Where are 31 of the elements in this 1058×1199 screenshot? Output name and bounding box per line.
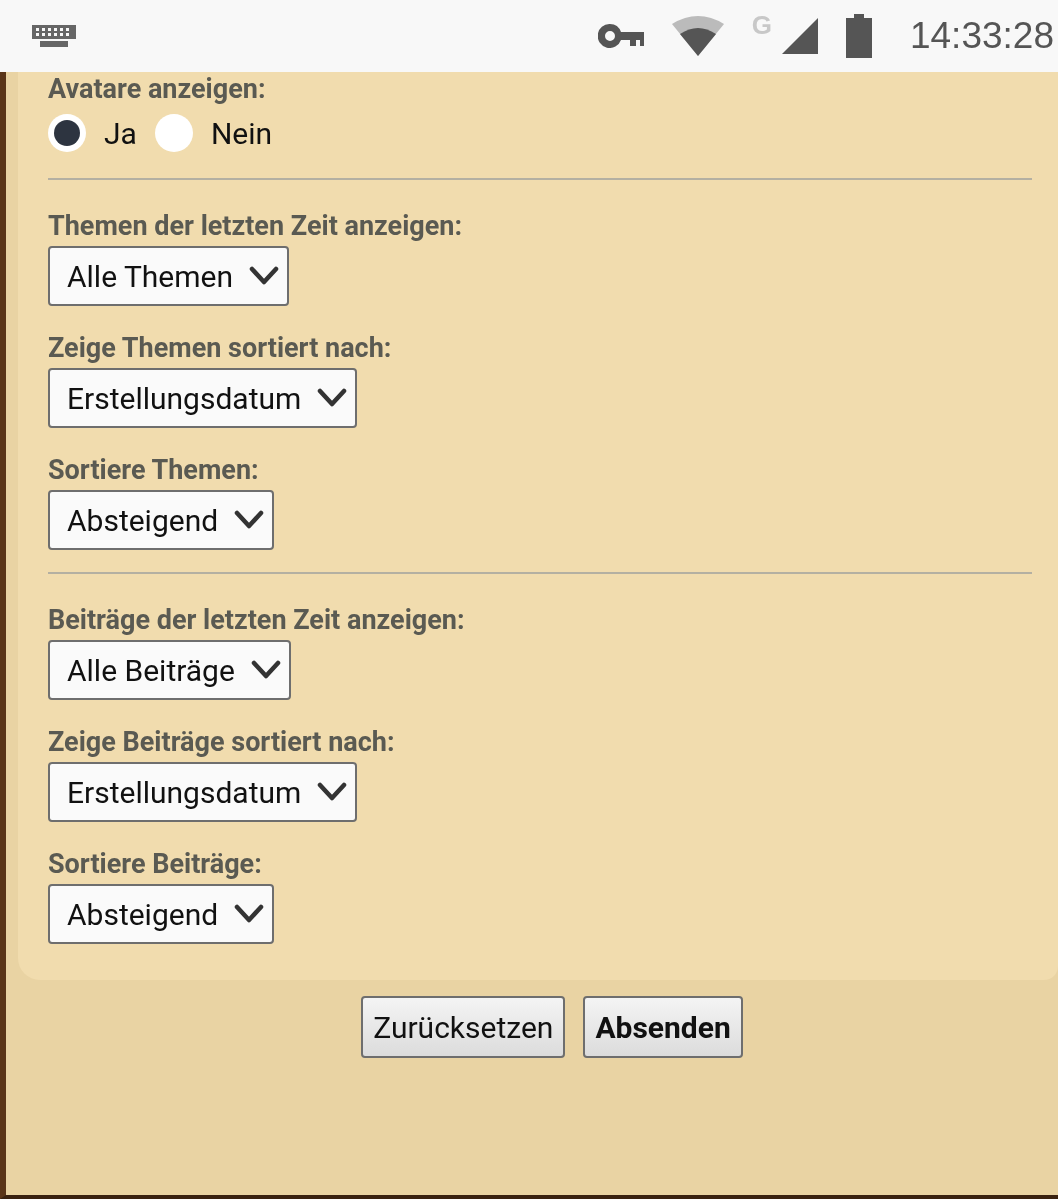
radio-button[interactable] [154, 114, 193, 152]
clock-time: 14:33:28 [909, 15, 1054, 57]
chevron-down-icon [250, 660, 281, 680]
chevron-down-icon [317, 782, 348, 802]
reset-button[interactable]: Zurücksetzen [361, 996, 566, 1058]
key-icon [597, 24, 644, 48]
chevron-down-icon [234, 904, 265, 924]
dropdown[interactable]: Erstellungsdatum [48, 368, 358, 428]
chevron-down-icon [234, 510, 265, 530]
chevron-down-icon [317, 388, 348, 408]
radio-label: Ja [104, 115, 137, 151]
field-label: Sortiere Beiträge: [48, 847, 262, 882]
battery-icon [845, 14, 872, 58]
dropdown[interactable]: Absteigend [48, 884, 275, 944]
dropdown[interactable]: Absteigend [48, 490, 275, 550]
field-label: Beiträge der letzten Zeit anzeigen: [48, 603, 465, 638]
submit-button[interactable]: Absenden [583, 996, 743, 1058]
dropdown[interactable]: Alle Themen [48, 246, 290, 306]
field-label: Zeige Beiträge sortiert nach: [48, 725, 395, 760]
field-label: Sortiere Themen: [48, 453, 259, 488]
radio-label: Nein [210, 115, 273, 151]
dropdown[interactable]: Erstellungsdatum [48, 762, 358, 822]
radio-button[interactable] [48, 114, 86, 152]
wifi-icon [671, 16, 724, 56]
chevron-down-icon [249, 266, 280, 286]
field-label: Themen der letzten Zeit anzeigen: [48, 209, 463, 244]
dropdown[interactable]: Alle Beiträge [48, 640, 291, 700]
keyboard-icon [32, 25, 76, 47]
field-label: Zeige Themen sortiert nach: [48, 331, 392, 366]
field-label: Avatare anzeigen: [48, 72, 267, 106]
signal-icon [781, 18, 818, 54]
